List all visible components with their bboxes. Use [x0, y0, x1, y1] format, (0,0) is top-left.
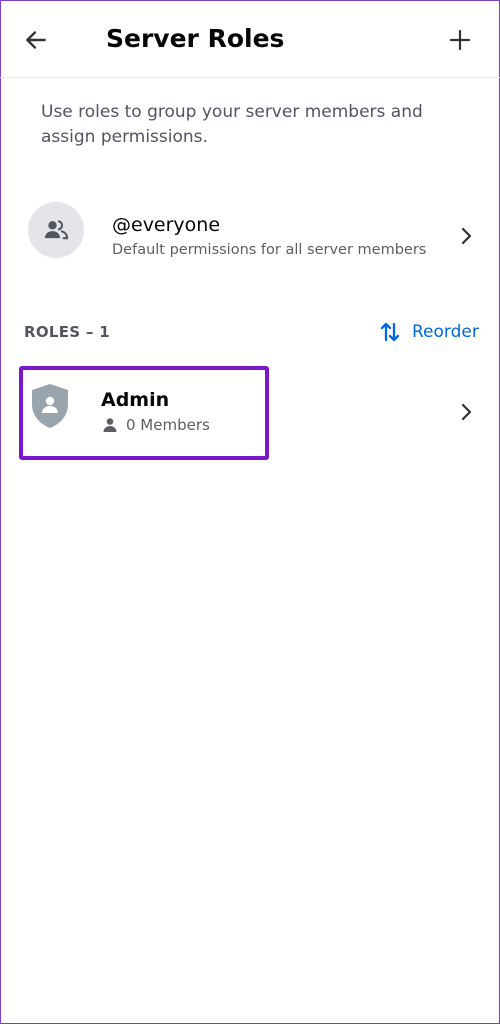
role-members-count: 0 Members: [126, 416, 210, 434]
screen-frame: [0, 0, 500, 1024]
role-row-admin[interactable]: Admin 0 Members: [0, 366, 500, 460]
role-name: Admin: [101, 389, 170, 411]
everyone-role-name: @everyone: [112, 214, 221, 236]
reorder-button[interactable]: Reorder: [378, 318, 479, 346]
sort-arrows-icon: [380, 322, 400, 342]
plus-icon: [449, 29, 471, 51]
add-role-button[interactable]: [444, 24, 476, 56]
everyone-avatar: [28, 202, 84, 258]
person-icon: [103, 418, 117, 432]
chevron-right-icon: [456, 400, 476, 424]
everyone-role-row[interactable]: @everyone Default permissions for all se…: [0, 190, 500, 270]
roles-description: Use roles to group your server members a…: [41, 102, 423, 147]
everyone-role-subtitle: Default permissions for all server membe…: [112, 242, 427, 258]
arrow-left-icon: [26, 31, 46, 49]
chevron-right-icon: [456, 224, 476, 248]
role-members: 0 Members: [102, 415, 210, 435]
members-icon: [44, 220, 69, 240]
page-title: Server Roles: [106, 24, 285, 53]
top-bar: Server Roles: [0, 0, 500, 78]
shield-user-icon: [32, 384, 68, 428]
back-button[interactable]: [20, 24, 52, 56]
roles-section-header: ROLES – 1: [24, 323, 110, 341]
reorder-label: Reorder: [412, 322, 479, 342]
